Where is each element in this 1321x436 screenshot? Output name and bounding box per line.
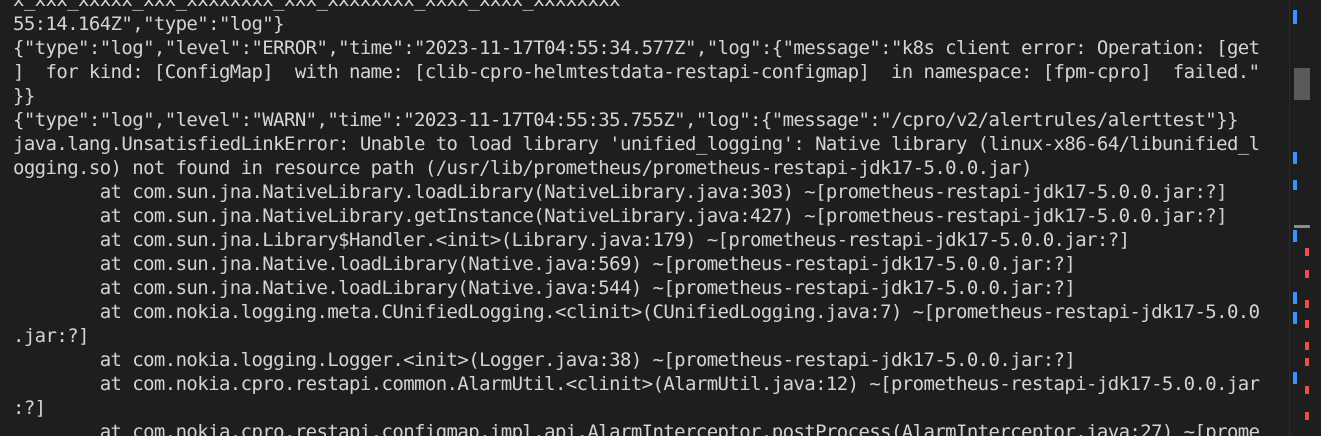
log-line: at com.nokia.logging.Logger.<init>(Logge… — [13, 349, 1076, 371]
log-line: at com.nokia.cpro.restapi.configmap.impl… — [13, 421, 1260, 436]
log-line: 55:14.164Z","type":"log"} — [13, 13, 285, 35]
log-lines: x_xxx_xxxxx_xxx_xxxxxxxx_xxx_xxxxxxxx_xx… — [13, 0, 1260, 436]
log-line: at com.nokia.logging.meta.CUnifiedLoggin… — [13, 301, 1260, 323]
overview-marker-blue — [1293, 180, 1297, 190]
log-line: ] for kind: [ConfigMap] with name: [clib… — [13, 61, 1260, 83]
overview-marker-blue — [1293, 292, 1297, 304]
terminal-output[interactable]: x_xxx_xxxxx_xxx_xxxxxxxx_xxx_xxxxxxxx_xx… — [0, 0, 1288, 436]
overview-marker-red — [1305, 342, 1309, 350]
overview-marker-blue — [1293, 152, 1297, 164]
log-line: at com.sun.jna.Native.loadLibrary(Native… — [13, 277, 1076, 299]
overview-marker-gray — [1294, 225, 1310, 228]
log-line: java.lang.UnsatisfiedLinkError: Unable t… — [13, 133, 1260, 155]
log-line: :?] — [13, 397, 46, 419]
overview-marker-blue — [1293, 372, 1297, 384]
overview-marker-red — [1305, 270, 1309, 278]
log-line: at com.sun.jna.Library$Handler.<init>(Li… — [13, 229, 1130, 251]
log-line: x_xxx_xxxxx_xxx_xxxxxxxx_xxx_xxxxxxxx_xx… — [13, 0, 621, 11]
log-line: at com.sun.jna.NativeLibrary.getInstance… — [13, 205, 1228, 227]
overview-marker-red — [1305, 386, 1309, 394]
log-line: at com.nokia.cpro.restapi.common.AlarmUt… — [13, 373, 1260, 395]
scrollbar-thumb[interactable] — [1294, 68, 1310, 100]
log-line: at com.sun.jna.Native.loadLibrary(Native… — [13, 253, 1076, 275]
vertical-scrollbar[interactable] — [1289, 0, 1321, 436]
overview-marker-red — [1305, 320, 1309, 328]
log-line: ogging.so) not found in resource path (/… — [13, 157, 1032, 179]
overview-marker-red — [1305, 412, 1309, 420]
log-line: }} — [13, 85, 35, 107]
overview-marker-blue — [1293, 230, 1297, 242]
overview-marker-blue — [1293, 10, 1297, 24]
log-line: {"type":"log","level":"ERROR","time":"20… — [13, 37, 1260, 59]
overview-marker-red — [1305, 358, 1309, 366]
log-line: at com.sun.jna.NativeLibrary.loadLibrary… — [13, 181, 1228, 203]
log-line: .jar:?] — [13, 325, 89, 347]
overview-marker-red — [1305, 300, 1309, 308]
log-line: {"type":"log","level":"WARN","time":"202… — [13, 109, 1238, 131]
overview-marker-blue — [1293, 312, 1297, 324]
overview-marker-red — [1305, 248, 1309, 256]
